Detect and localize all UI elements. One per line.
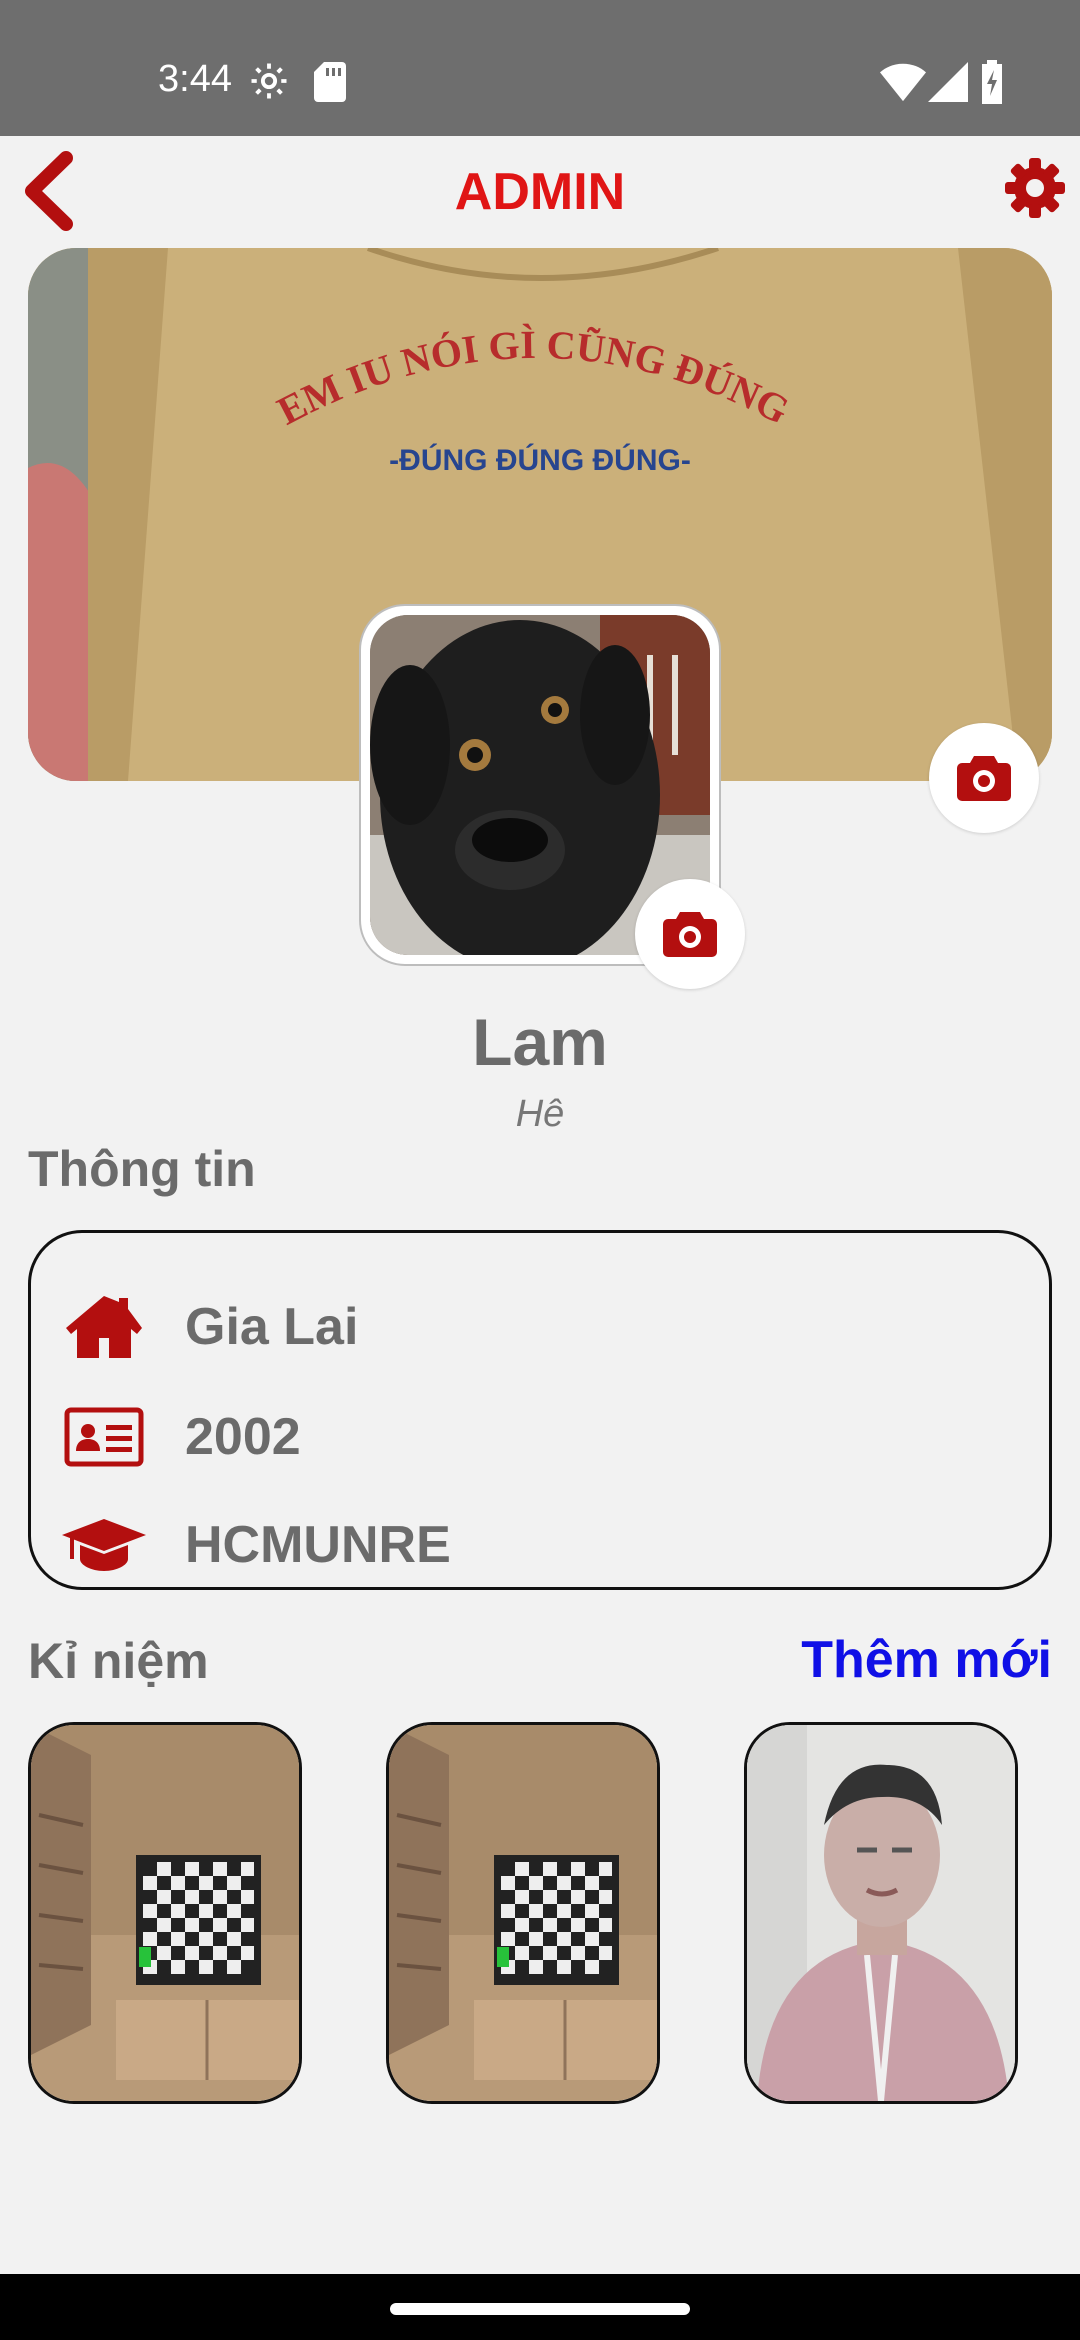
settings-button[interactable] [1003,156,1067,220]
shirt-text-line2: -ĐÚNG ĐÚNG ĐÚNG- [389,443,691,477]
home-gesture-handle[interactable] [390,2303,690,2315]
hometown-text: Gia Lai [185,1298,359,1356]
memory-item[interactable] [744,1722,1018,2104]
memory-photo [747,1725,1015,2101]
gear-icon [1005,158,1065,218]
memory-item[interactable] [28,1722,302,2104]
page-title: ADMIN [454,163,626,221]
info-row-school: HCMUNRE [59,1505,451,1585]
settings-gear-status-icon [251,63,287,99]
change-cover-button[interactable] [929,723,1039,833]
add-memory-button[interactable]: Thêm mới [801,1630,1052,1690]
info-section-title: Thông tin [28,1141,256,1197]
memory-item[interactable] [386,1722,660,2104]
user-name: Lam [472,1005,608,1079]
app-header: ADMIN [0,136,1080,246]
school-text: HCMUNRE [185,1516,451,1574]
sd-card-icon [314,62,346,102]
battery-charging-icon [982,60,1002,104]
graduation-cap-icon [62,1519,146,1571]
home-icon [66,1296,142,1358]
status-time: 3:44 [158,58,232,100]
user-subtitle: Hê [515,1093,565,1135]
cell-signal-icon [928,62,968,102]
birthyear-text: 2002 [185,1408,301,1466]
memory-photo [389,1725,657,2101]
info-row-hometown: Gia Lai [59,1287,358,1367]
camera-icon [957,756,1011,801]
memories-section-title: Kỉ niệm [28,1633,209,1689]
info-card: Gia Lai 2002 HCMUNRE [28,1230,1052,1590]
camera-icon [663,912,717,957]
wifi-icon [880,63,926,102]
id-card-icon [64,1407,144,1467]
status-bar: 3:44 [0,0,1080,136]
info-row-birthyear: 2002 [59,1397,301,1477]
memory-photo [31,1725,299,2101]
change-avatar-button[interactable] [635,879,745,989]
